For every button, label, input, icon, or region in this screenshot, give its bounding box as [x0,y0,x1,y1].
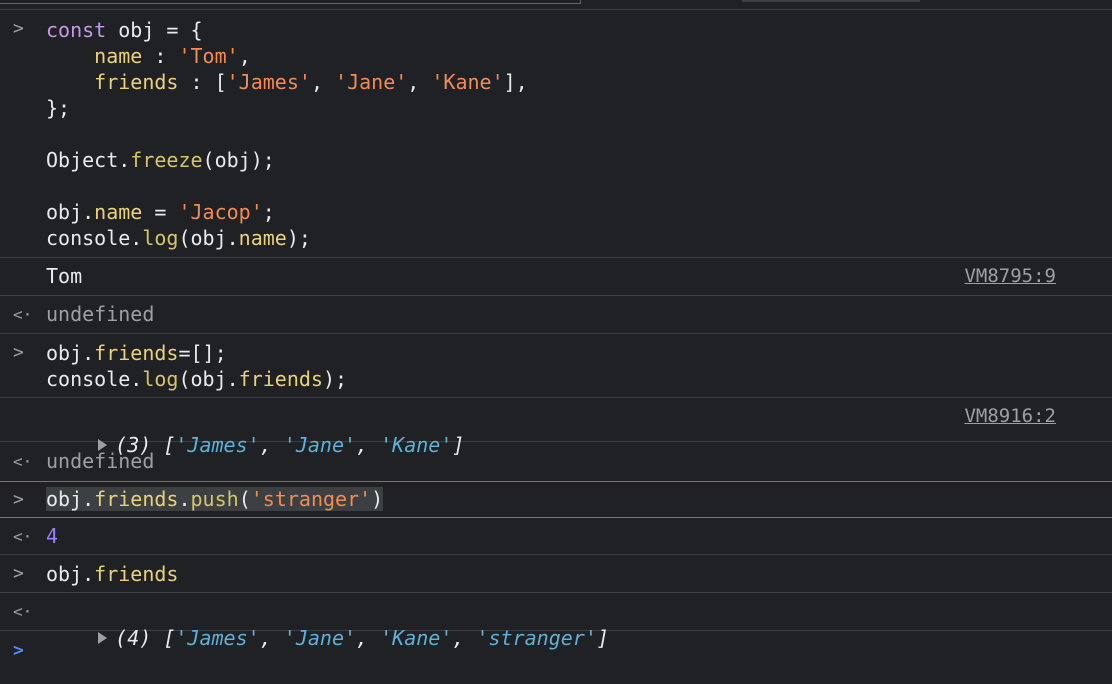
chevron-right-icon: > [13,489,24,510]
code-token: (obj); [202,148,275,172]
code-token: const [46,18,107,42]
console-prompt-input[interactable]: > [0,632,1112,684]
code-token: , [310,70,336,94]
source-link[interactable]: VM8916:2 [964,405,1056,427]
console-return-value: <· undefined [0,442,1112,482]
code-token: friends [94,341,179,365]
code-token: freeze [130,148,203,172]
console-return-value: <· undefined [0,296,1112,334]
code-token: Object. [46,148,131,172]
code-token: . [178,487,191,511]
code-token: obj = { [106,18,203,42]
code-line: console.log(obj.name); [46,225,311,251]
code-token: = [142,200,179,224]
chevron-right-icon: > [13,18,24,39]
code-token: console. [46,367,143,391]
console-log-output: (3) ['James', 'Jane', 'Kane'] VM8916:2 [0,398,1112,457]
code-line: obj.friends=[]; [46,340,227,366]
return-arrow-icon: <· [13,305,33,324]
code-token: 'Tom' [178,44,239,68]
return-arrow-icon: <· [13,602,33,621]
code-token: (obj. [178,226,239,250]
code-token: : [ [178,70,227,94]
code-line: }; [46,95,70,121]
log-message: Tom [46,264,83,288]
code-token: obj. [46,200,95,224]
chevron-right-icon: > [13,640,24,661]
toolbar-strip [0,0,1112,10]
chevron-right-icon: > [13,342,24,363]
code-line: obj.name = 'Jacop'; [46,199,275,225]
console-input-entry-selected[interactable]: > obj.friends.push('stranger') [0,481,1112,518]
code-token: name [94,200,143,224]
console-input-entry[interactable]: > const obj = { name : 'Tom', friends : … [0,10,1112,258]
console-return-value: <· (4) ['James', 'Jane', 'Kane', 'strang… [0,593,1112,650]
code-line: console.log(obj.friends); [46,366,347,392]
code-token: (obj. [178,367,239,391]
code-token: ; [262,200,275,224]
code-token: 'Jane' [335,70,408,94]
code-line: obj.friends [46,561,178,587]
filter-input-edge[interactable] [0,0,581,4]
console-input-entry[interactable]: > obj.friends [0,555,1112,593]
code-token: friends [94,70,179,94]
code-token: 'Kane' [431,70,504,94]
source-link[interactable]: VM8795:9 [964,265,1056,287]
code-line: const obj = { [46,17,203,43]
code-token: : [142,44,179,68]
return-value: undefined [46,449,155,473]
code-token: console. [46,226,143,250]
code-token: ); [322,367,348,391]
console-return-value: <· 4 [0,518,1112,555]
code-token: friends [238,367,323,391]
code-token: obj. [46,562,95,586]
code-token: name [94,44,143,68]
return-arrow-icon: <· [13,452,33,471]
console-log-output: Tom VM8795:9 [0,258,1112,296]
array-preview[interactable]: (4) ['James', 'Jane', 'Kane', 'stranger'… [50,599,609,650]
code-line: name : 'Tom', [46,43,251,69]
code-token: log [142,367,179,391]
code-token: , [407,70,432,94]
toolbar-control-edge[interactable] [742,0,920,2]
code-token: }; [46,96,71,120]
code-token: ( [238,487,251,511]
code-token: 'Jacop' [178,200,263,224]
code-token: friends [94,562,179,586]
code-token: , [238,44,251,68]
code-token: 'James' [226,70,311,94]
return-value: undefined [46,302,155,326]
code-token: 'stranger' [250,487,372,511]
code-line: Object.freeze(obj); [46,147,275,173]
chevron-right-icon: > [13,563,24,584]
code-token: friends [94,487,179,511]
return-arrow-icon: <· [13,527,33,546]
array-preview[interactable]: (3) ['James', 'Jane', 'Kane'] [50,406,464,457]
code-token: push [190,487,239,511]
code-token: ) [371,487,384,511]
code-token: log [142,226,179,250]
code-line: friends : ['James', 'Jane', 'Kane'], [46,69,528,95]
code-token: ); [286,226,311,250]
console-input-entry[interactable]: > obj.friends=[]; console.log(obj.friends… [0,334,1112,398]
code-token: name [238,226,287,250]
code-line: obj.friends.push('stranger') [46,486,384,512]
code-token: obj. [46,487,95,511]
return-value: 4 [46,524,59,548]
code-token: =[]; [178,341,227,365]
code-token: obj. [46,341,95,365]
code-token: ], [503,70,528,94]
